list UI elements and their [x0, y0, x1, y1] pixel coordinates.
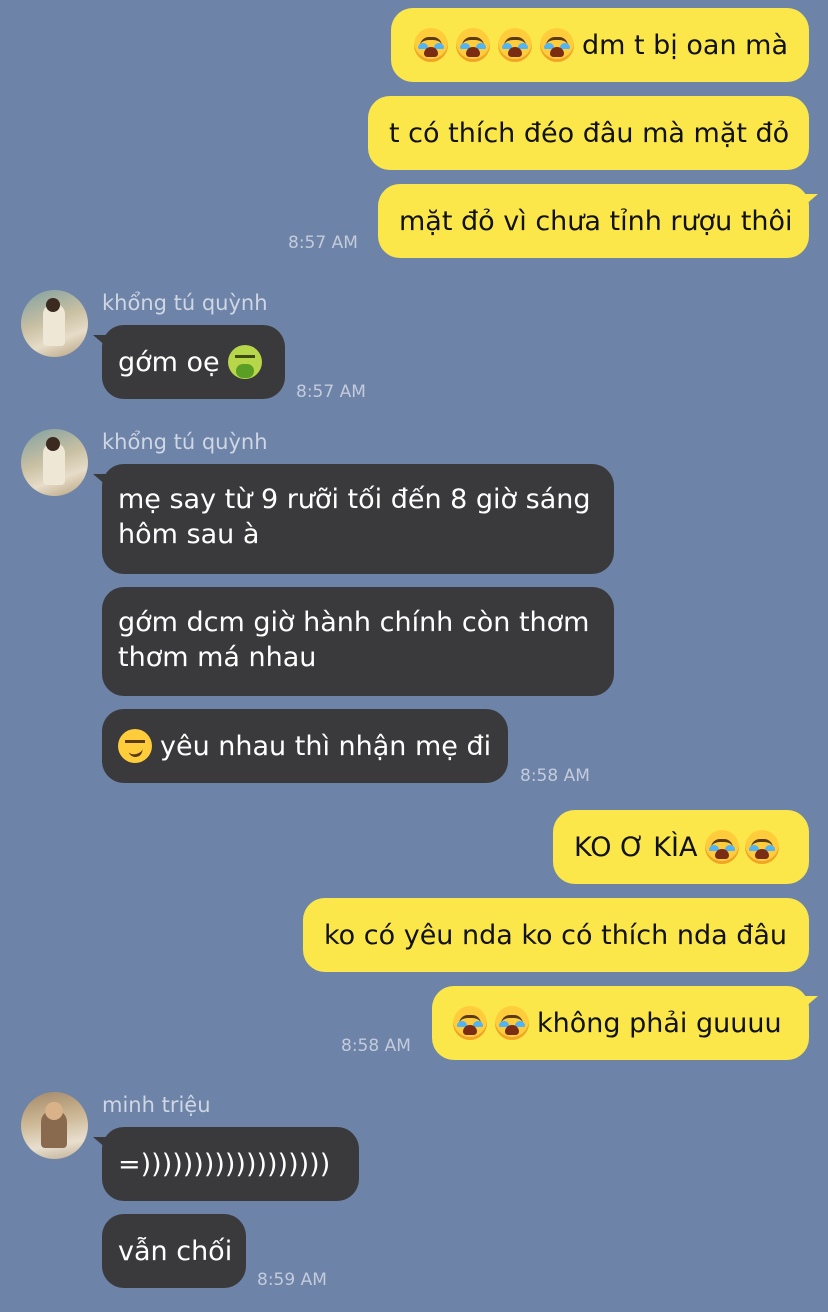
avatar[interactable] [21, 290, 88, 357]
loudly-crying-face-icon [453, 1006, 487, 1040]
loudly-crying-face-icon [705, 830, 740, 864]
loudly-crying-face-icon [455, 28, 490, 62]
my-message-bubble[interactable]: dm t bị oan mà [391, 8, 809, 82]
loudly-crying-face-icon [497, 28, 532, 62]
my-message-bubble[interactable]: KO Ơ KÌA [553, 810, 809, 884]
message-text: yêu nhau thì nhận mẹ đi [160, 730, 492, 762]
smirking-face-icon [118, 729, 152, 763]
message-text: gớm oẹ [118, 346, 220, 378]
avatar[interactable] [21, 429, 88, 496]
message-timestamp: 8:59 AM [257, 1270, 327, 1290]
message-text: gớm dcm giờ hành chính còn thơm thơm má … [118, 607, 590, 673]
their-message-bubble[interactable]: gớm oẹ [93, 325, 285, 399]
message-text: mặt đỏ vì chưa tỉnh rượu thôi [399, 205, 793, 237]
their-message-bubble[interactable]: yêu nhau thì nhận mẹ đi [102, 709, 508, 783]
their-message-bubble[interactable]: gớm dcm giờ hành chính còn thơm thơm má … [102, 587, 614, 696]
their-message-bubble[interactable]: vẫn chối [102, 1214, 246, 1288]
message-timestamp: 8:58 AM [341, 1036, 411, 1056]
message-text: t có thích đéo đâu mà mặt đỏ [389, 117, 790, 149]
message-text: không phải guuuu [537, 1007, 782, 1039]
message-text: mẹ say từ 9 rưỡi tối đến 8 giờ sáng hôm … [118, 484, 591, 550]
loudly-crying-face-icon [745, 830, 780, 864]
their-message-bubble[interactable]: =)))))))))))))))))) [93, 1127, 359, 1201]
sender-name: khổng tú quỳnh [102, 430, 268, 454]
message-timestamp: 8:58 AM [520, 766, 590, 786]
loudly-crying-face-icon [413, 28, 448, 62]
loudly-crying-face-icon [539, 28, 574, 62]
message-text: =)))))))))))))))))) [118, 1148, 331, 1180]
my-message-bubble[interactable]: không phải guuuu [432, 986, 818, 1060]
my-message-bubble[interactable]: ko có yêu nda ko có thích nda đâu [303, 898, 809, 972]
loudly-crying-face-icon [495, 1006, 529, 1040]
message-text: KO Ơ KÌA [574, 831, 698, 863]
message-text: dm t bị oan mà [581, 29, 788, 61]
my-message-bubble[interactable]: t có thích đéo đâu mà mặt đỏ [368, 96, 809, 170]
avatar[interactable] [21, 1092, 88, 1159]
face-vomiting-icon [227, 345, 262, 379]
sender-name: khổng tú quỳnh [102, 291, 268, 315]
message-timestamp: 8:57 AM [288, 233, 358, 253]
sender-name: minh triệu [102, 1093, 211, 1117]
my-message-bubble[interactable]: mặt đỏ vì chưa tỉnh rượu thôi [378, 184, 818, 258]
message-timestamp: 8:57 AM [296, 382, 366, 402]
message-text: vẫn chối [118, 1235, 233, 1267]
their-message-bubble[interactable]: mẹ say từ 9 rưỡi tối đến 8 giờ sáng hôm … [93, 464, 614, 574]
message-text: ko có yêu nda ko có thích nda đâu [324, 919, 788, 951]
